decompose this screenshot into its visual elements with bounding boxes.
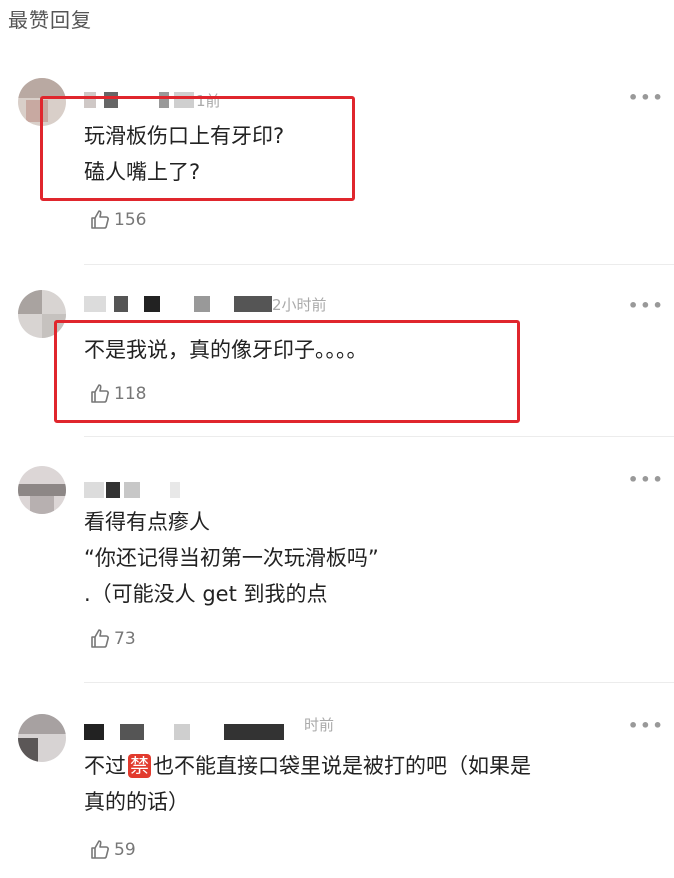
divider xyxy=(84,436,674,437)
more-dots-icon[interactable]: ••• xyxy=(628,716,665,735)
comment-line: .（可能没人 get 到我的点 xyxy=(84,582,328,606)
like-count: 156 xyxy=(114,210,147,230)
like-count: 59 xyxy=(114,840,136,860)
like-button[interactable]: 59 xyxy=(88,838,136,862)
comment-line: 真的的话） xyxy=(84,790,189,814)
like-button[interactable]: 73 xyxy=(88,627,136,651)
banned-word-badge: 禁 xyxy=(128,754,152,778)
thumbs-up-icon xyxy=(91,840,109,859)
thumbs-up-icon xyxy=(91,629,109,648)
more-dots-icon[interactable]: ••• xyxy=(628,470,665,489)
username-blurred[interactable] xyxy=(84,482,184,498)
divider xyxy=(84,264,674,265)
thumbs-up-icon xyxy=(91,210,109,229)
comment-text: 看得有点瘆人 “你还记得当初第一次玩滑板吗” .（可能没人 get 到我的点 xyxy=(84,504,379,612)
username-blurred[interactable] xyxy=(84,724,294,740)
comment-time: 时前 xyxy=(304,716,335,734)
avatar[interactable] xyxy=(18,714,66,762)
avatar[interactable] xyxy=(18,466,66,514)
more-dots-icon[interactable]: ••• xyxy=(628,296,665,315)
comment-line: “你还记得当初第一次玩滑板吗” xyxy=(84,546,379,570)
like-count: 73 xyxy=(114,629,136,649)
comment-segment: 也不能直接口袋里说是被打的吧（如果是 xyxy=(153,754,532,778)
comment-segment: 不过 xyxy=(84,754,126,778)
comment-time: 2小时前 xyxy=(272,296,327,314)
comment-text: 不过禁也不能直接口袋里说是被打的吧（如果是 真的的话） xyxy=(84,748,664,820)
section-title: 最赞回复 xyxy=(8,8,92,32)
username-blurred[interactable] xyxy=(84,296,274,312)
highlight-box xyxy=(40,96,355,201)
comment-line: 看得有点瘆人 xyxy=(84,510,210,534)
like-button[interactable]: 156 xyxy=(88,208,146,232)
more-dots-icon[interactable]: ••• xyxy=(628,88,665,107)
comment-line: 不过禁也不能直接口袋里说是被打的吧（如果是 xyxy=(84,748,664,784)
highlight-box xyxy=(54,320,520,423)
divider xyxy=(84,682,674,683)
